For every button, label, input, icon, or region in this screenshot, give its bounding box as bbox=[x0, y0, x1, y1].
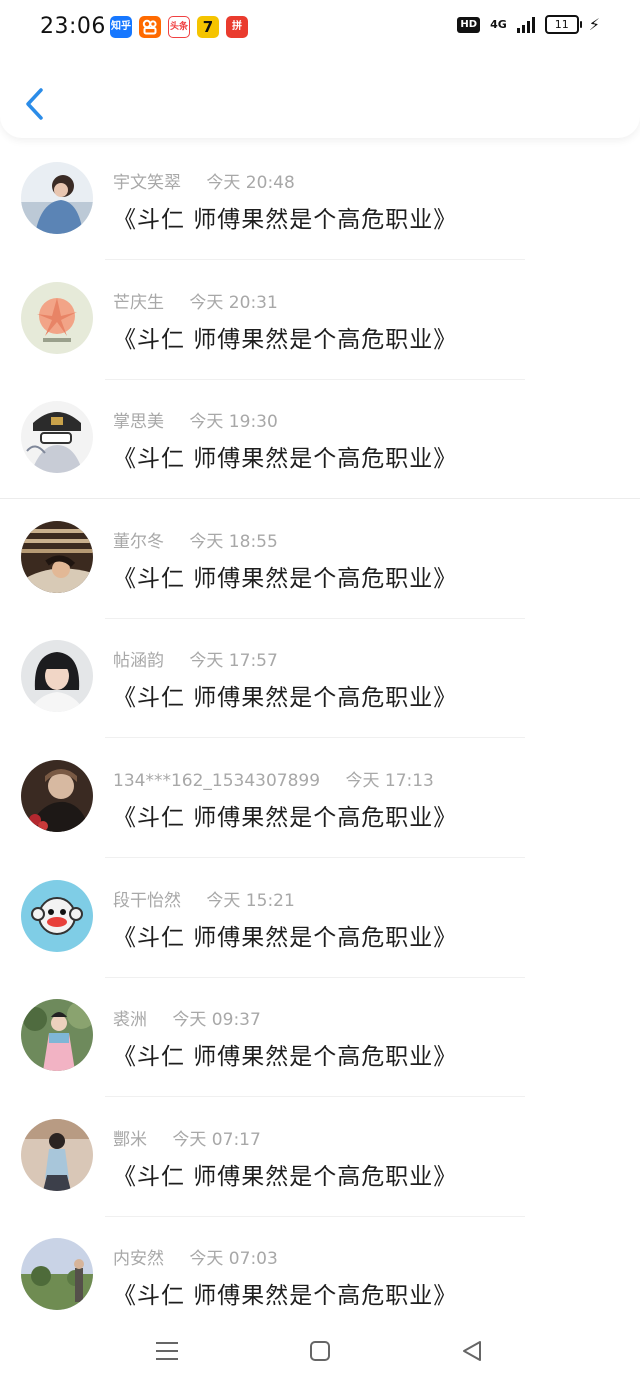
battery-icon: 11 bbox=[544, 15, 582, 34]
status-time: 23:06 bbox=[40, 14, 106, 39]
recent-apps-button[interactable] bbox=[147, 1334, 187, 1368]
charging-icon: ⚡ bbox=[588, 15, 600, 34]
message-text: 《斗仁 师傅果然是个高危职业》 bbox=[113, 1163, 458, 1190]
timestamp: 今天 20:31 bbox=[189, 292, 278, 313]
timestamp: 今天 20:48 bbox=[206, 173, 295, 193]
message-text: 《斗仁 师傅果然是个高危职业》 bbox=[113, 1283, 458, 1310]
avatar[interactable] bbox=[21, 640, 93, 713]
username[interactable]: 帖涵韵 bbox=[113, 651, 164, 671]
username[interactable]: 裘洲 bbox=[113, 1010, 147, 1030]
hd-icon: HD bbox=[457, 16, 481, 33]
kuaishou-icon bbox=[139, 16, 161, 38]
avatar[interactable] bbox=[21, 162, 93, 234]
back-nav-button[interactable] bbox=[452, 1334, 492, 1368]
username[interactable]: 酆米 bbox=[113, 1130, 147, 1150]
list-item[interactable]: 酆米 今天 07:17 《斗仁 师傅果然是个高危职业》 bbox=[0, 1097, 640, 1217]
home-button[interactable] bbox=[300, 1334, 340, 1368]
message-text: 《斗仁 师傅果然是个高危职业》 bbox=[113, 207, 458, 233]
timestamp: 今天 19:30 bbox=[189, 412, 278, 433]
timestamp: 今天 17:13 bbox=[345, 770, 434, 791]
username[interactable]: 掌思美 bbox=[113, 412, 164, 432]
avatar[interactable] bbox=[21, 1238, 93, 1311]
chevron-left-icon bbox=[26, 88, 43, 120]
username[interactable]: 内安然 bbox=[113, 1249, 164, 1269]
home-square-icon bbox=[310, 1341, 330, 1361]
message-text: 《斗仁 师傅果然是个高危职业》 bbox=[113, 924, 458, 951]
avatar[interactable] bbox=[21, 759, 93, 832]
username[interactable]: 董尔冬 bbox=[113, 532, 164, 552]
system-nav-bar bbox=[0, 1318, 640, 1387]
list-item[interactable]: 134***162_1534307899 今天 17:13 《斗仁 师傅果然是个… bbox=[0, 738, 640, 858]
message-text: 《斗仁 师傅果然是个高危职业》 bbox=[113, 685, 458, 712]
message-text: 《斗仁 师傅果然是个高危职业》 bbox=[113, 804, 458, 831]
avatar[interactable] bbox=[21, 520, 93, 593]
comment-list: 宇文笑翠 今天 20:48 《斗仁 师傅果然是个高危职业》 芒庆生 今天 20:… bbox=[0, 140, 640, 1336]
avatar[interactable] bbox=[21, 879, 93, 952]
timestamp: 今天 17:57 bbox=[189, 651, 278, 672]
message-text: 《斗仁 师傅果然是个高危职业》 bbox=[113, 565, 458, 592]
message-text: 《斗仁 师傅果然是个高危职业》 bbox=[113, 1044, 458, 1071]
username[interactable]: 段干怡然 bbox=[113, 891, 181, 911]
system-icons: HD 4G 11 ⚡ bbox=[457, 15, 600, 34]
avatar[interactable] bbox=[21, 999, 93, 1072]
zhihu-icon: 知乎 bbox=[110, 16, 132, 38]
avatar[interactable] bbox=[21, 1118, 93, 1191]
toutiao-icon: 头条 bbox=[168, 16, 190, 38]
status-bar: 23:06 知乎 头条 7 拼 HD 4G 11 ⚡ bbox=[0, 0, 640, 56]
avatar[interactable] bbox=[21, 281, 93, 354]
timestamp: 今天 09:37 bbox=[172, 1010, 261, 1031]
list-item[interactable]: 帖涵韵 今天 17:57 《斗仁 师傅果然是个高危职业》 bbox=[0, 618, 640, 739]
qimao-icon: 7 bbox=[197, 16, 219, 38]
list-item[interactable]: 宇文笑翠 今天 20:48 《斗仁 师傅果然是个高危职业》 bbox=[0, 140, 640, 260]
menu-icon bbox=[156, 1342, 178, 1360]
pinduoduo-icon: 拼 bbox=[226, 16, 248, 38]
back-button[interactable] bbox=[18, 84, 52, 124]
notification-app-icons: 知乎 头条 7 拼 bbox=[110, 16, 248, 38]
timestamp: 今天 18:55 bbox=[189, 531, 278, 552]
signal-icon bbox=[516, 16, 535, 33]
list-item[interactable]: 段干怡然 今天 15:21 《斗仁 师傅果然是个高危职业》 bbox=[0, 858, 640, 978]
username[interactable]: 134***162_1534307899 bbox=[113, 771, 320, 791]
timestamp: 今天 15:21 bbox=[206, 890, 295, 911]
back-triangle-icon bbox=[463, 1341, 481, 1361]
timestamp: 今天 07:17 bbox=[172, 1129, 261, 1150]
message-text: 《斗仁 师傅果然是个高危职业》 bbox=[113, 446, 458, 473]
avatar[interactable] bbox=[21, 401, 93, 474]
list-item[interactable]: 裘洲 今天 09:37 《斗仁 师傅果然是个高危职业》 bbox=[0, 977, 640, 1098]
network-type: 4G bbox=[490, 18, 507, 31]
list-item[interactable]: 董尔冬 今天 18:55 《斗仁 师傅果然是个高危职业》 bbox=[0, 499, 640, 619]
username[interactable]: 宇文笑翠 bbox=[113, 173, 181, 193]
message-text: 《斗仁 师傅果然是个高危职业》 bbox=[113, 326, 458, 353]
list-item[interactable]: 芒庆生 今天 20:31 《斗仁 师傅果然是个高危职业》 bbox=[0, 260, 640, 380]
list-item[interactable]: 掌思美 今天 19:30 《斗仁 师傅果然是个高危职业》 bbox=[0, 379, 640, 500]
username[interactable]: 芒庆生 bbox=[113, 293, 164, 313]
timestamp: 今天 07:03 bbox=[189, 1249, 278, 1270]
